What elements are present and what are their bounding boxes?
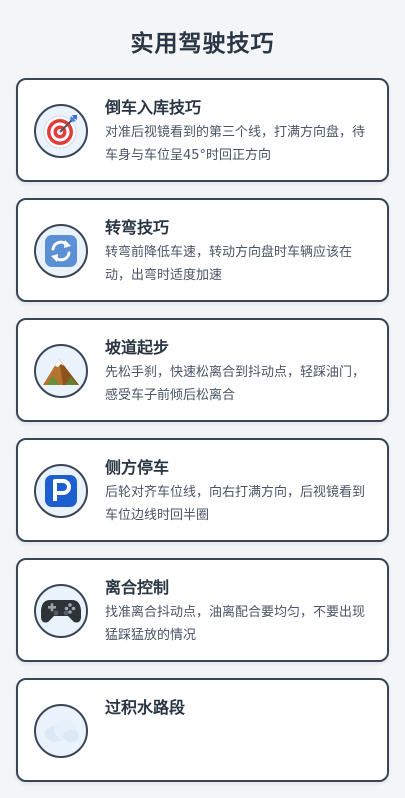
tip-card-hill-start[interactable]: 坡道起步 先松手刹，快速松离合到抖动点，轻踩油门，感受车子前倾后松离合 [16,318,389,422]
target-dart-icon [43,115,77,149]
tip-card-parallel-parking[interactable]: 侧方停车 后轮对齐车位线，向右打满方向，后视镜看到车位边线时回半圈 [16,438,389,542]
tip-description: 对准后视镜看到的第三个线，打满方向盘，待车身与车位呈45°时回正方向 [105,125,366,163]
mountain-icon [43,359,79,385]
tip-icon-container [34,704,88,758]
parking-p-icon [45,475,77,507]
tip-icon-container [34,344,88,398]
tip-card-flooded-road[interactable]: 过积水路段 [16,678,389,782]
cloud-water-icon [45,720,79,742]
tip-title: 坡道起步 [105,338,170,357]
tip-icon-container [34,464,88,518]
tip-title: 转弯技巧 [105,218,170,237]
tip-card-turning[interactable]: 转弯技巧 转弯前降低车速，转动方向盘时车辆应该在动，出弯时适度加速 [16,198,389,302]
tips-list: 倒车入库技巧 对准后视镜看到的第三个线，打满方向盘，待车身与车位呈45°时回正方… [16,78,389,798]
tip-title: 离合控制 [105,578,170,597]
tip-icon-container [34,224,88,278]
tip-title: 过积水路段 [105,698,186,717]
tip-description: 后轮对齐车位线，向右打满方向，后视镜看到车位边线时回半圈 [105,485,366,523]
tip-description: 先松手刹，快速松离合到抖动点，轻踩油门，感受车子前倾后松离合 [105,365,366,403]
tip-card-reverse-parking[interactable]: 倒车入库技巧 对准后视镜看到的第三个线，打满方向盘，待车身与车位呈45°时回正方… [16,78,389,182]
gamepad-icon [41,600,81,623]
tip-description: 转弯前降低车速，转动方向盘时车辆应该在动，出弯时适度加速 [105,245,353,283]
tip-icon-container [34,104,88,158]
tip-description: 找准离合抖动点，油离配合要均匀，不要出现猛踩猛放的情况 [105,605,366,643]
rotate-arrows-icon [45,235,77,267]
tip-title: 倒车入库技巧 [105,98,202,117]
page-title: 实用驾驶技巧 [130,31,275,57]
tip-card-clutch-control[interactable]: 离合控制 找准离合抖动点，油离配合要均匀，不要出现猛踩猛放的情况 [16,558,389,662]
tip-icon-container [34,584,88,638]
tip-title: 侧方停车 [105,458,170,477]
